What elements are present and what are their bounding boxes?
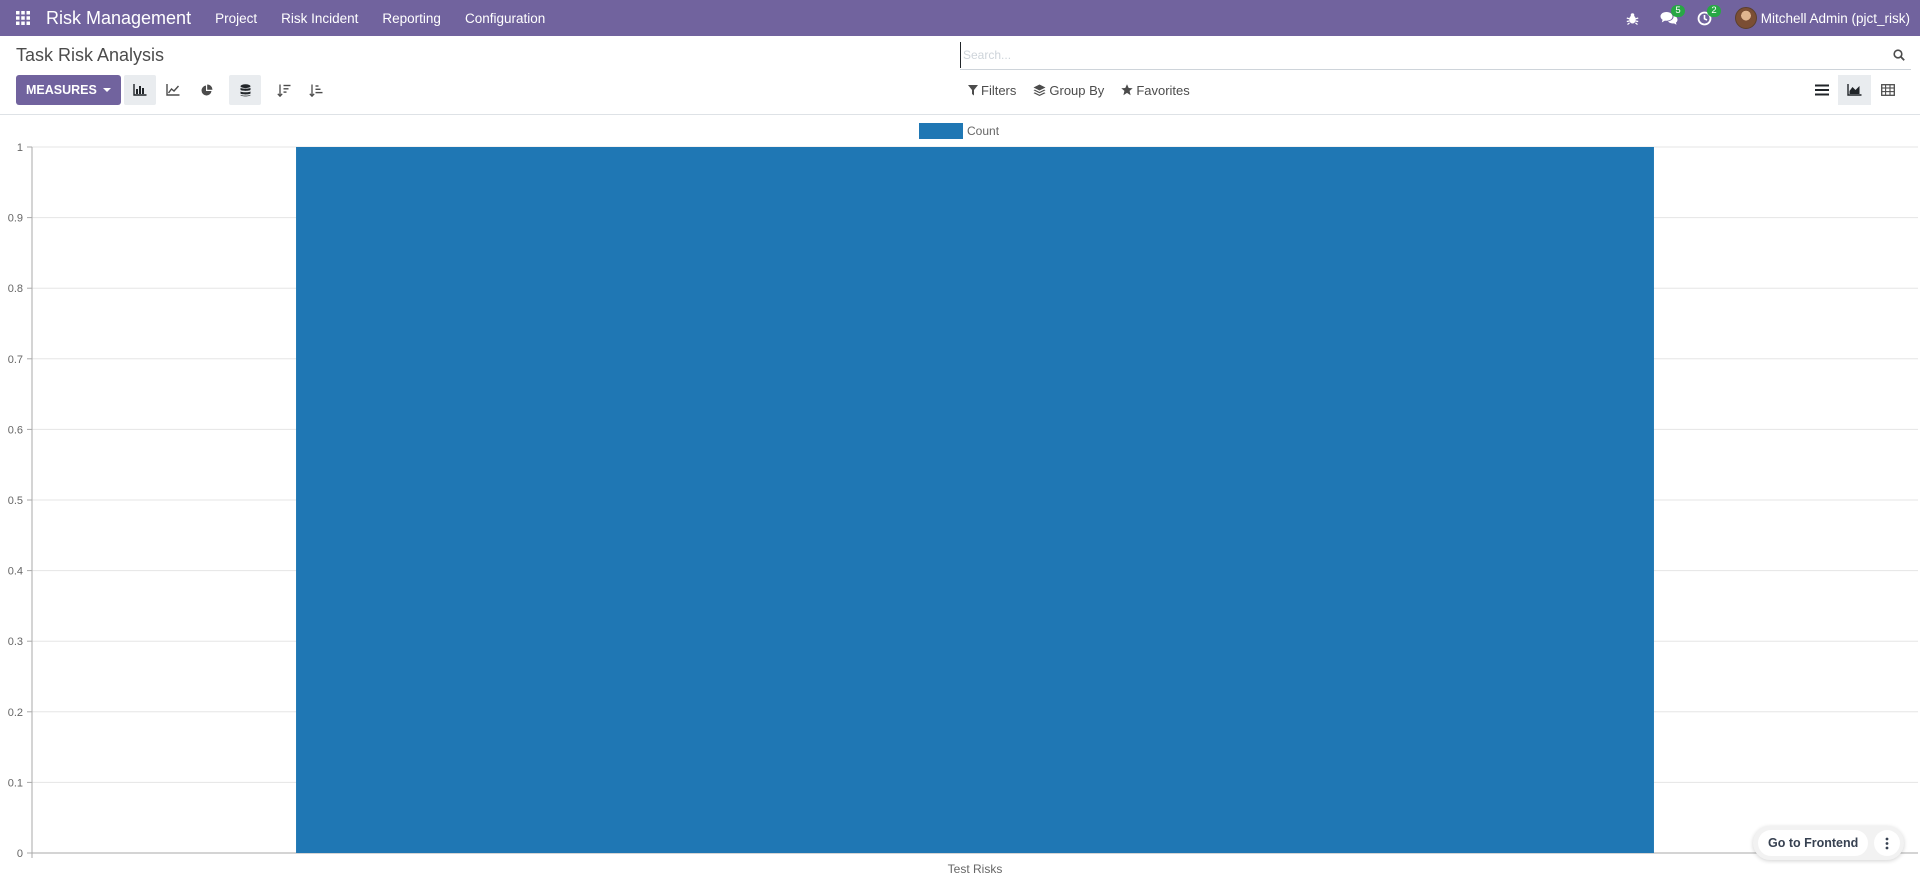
y-tick-label: 0.2 [8,707,23,719]
go-to-frontend-button[interactable]: Go to Frontend [1758,830,1869,856]
filters-label: Filters [981,82,1017,98]
favorites-button[interactable]: Favorites [1121,82,1190,98]
filters-button[interactable]: Filters [968,83,1016,98]
search-bar [960,40,1911,70]
search-icon[interactable] [1887,42,1911,68]
pie-chart-icon [201,84,212,95]
pivot-view-button[interactable] [1871,75,1904,105]
control-panel: Task Risk Analysis MEASURES [0,36,1920,115]
menu-item-configuration[interactable]: Configuration [465,11,545,26]
line-chart-icon [166,84,180,96]
bar-count [296,147,1654,853]
user-menu[interactable]: Mitchell Admin (pjct_risk) [1734,7,1910,29]
y-tick-label: 0.3 [8,636,23,648]
activities-clock-icon[interactable]: 2 [1687,0,1723,36]
search-options: Filters Group By Favorites [968,75,1207,105]
activities-count-badge: 2 [1707,5,1721,17]
sort-descending-icon [277,84,291,97]
filter-icon [968,84,978,95]
y-tick-label: 0.8 [8,283,23,295]
messages-chat-icon[interactable]: 5 [1651,0,1687,36]
graph-view: 0 0.1 0.2 0.3 0.4 0.5 0.6 0.7 0.8 0.9 1 Test Risks C… [0,116,1920,884]
measures-label: MEASURES [26,83,97,97]
group-by-button[interactable]: Group By [1033,83,1104,98]
frontend-toolbar: Go to Frontend [1753,826,1905,860]
area-chart-icon [1847,84,1862,96]
y-tick-label: 0.1 [8,777,23,789]
vertical-dots-icon [1885,837,1889,849]
top-navbar: Risk Management Project Risk Incident Re… [0,0,1920,36]
sort-descending-button[interactable] [268,75,300,105]
messages-count-badge: 5 [1671,5,1685,17]
y-tick-label: 0.6 [8,424,23,436]
menu-item-risk-incident[interactable]: Risk Incident [281,11,358,26]
line-chart-button[interactable] [157,75,189,105]
more-options-button[interactable] [1874,830,1901,856]
stacked-toggle-button[interactable] [229,75,261,105]
sort-ascending-button[interactable] [300,75,332,105]
debug-bug-icon[interactable] [1615,0,1651,36]
y-tick-label: 0.4 [8,566,23,578]
pivot-table-icon [1880,84,1895,96]
legend-label: Count [967,124,1000,138]
x-tick-label: Test Risks [948,862,1003,876]
list-view-icon [1814,84,1829,96]
bar-chart-icon [133,84,147,96]
avatar [1734,7,1757,29]
graph-view-button[interactable] [1838,75,1871,105]
y-tick-label: 0.9 [8,213,23,225]
legend-swatch [919,123,963,139]
page-title: Task Risk Analysis [16,45,165,65]
star-icon [1121,84,1134,96]
layers-icon [1033,84,1046,96]
bar-chart: 0 0.1 0.2 0.3 0.4 0.5 0.6 0.7 0.8 0.9 1 Test Risks C… [8,123,1918,876]
menu-item-project[interactable]: Project [215,11,257,26]
sort-ascending-icon [309,84,323,97]
y-tick-label: 0.7 [8,354,23,366]
menu-item-reporting[interactable]: Reporting [382,11,441,26]
bar-chart-button[interactable] [124,75,156,105]
y-tick-label: 0 [17,848,23,860]
measures-button[interactable]: MEASURES [16,75,121,105]
apps-menu-icon[interactable] [0,0,46,36]
y-tick-label: 0.5 [8,495,23,507]
list-view-button[interactable] [1805,75,1838,105]
favorites-label: Favorites [1136,82,1190,98]
search-input[interactable] [960,41,1887,68]
caret-down-icon [102,88,111,92]
y-tick-label: 1 [17,142,23,154]
app-brand[interactable]: Risk Management [46,8,191,29]
pie-chart-button[interactable] [190,75,222,105]
user-name: Mitchell Admin (pjct_risk) [1760,10,1910,26]
stacked-database-icon [240,83,250,96]
group-by-label: Group By [1049,82,1105,98]
